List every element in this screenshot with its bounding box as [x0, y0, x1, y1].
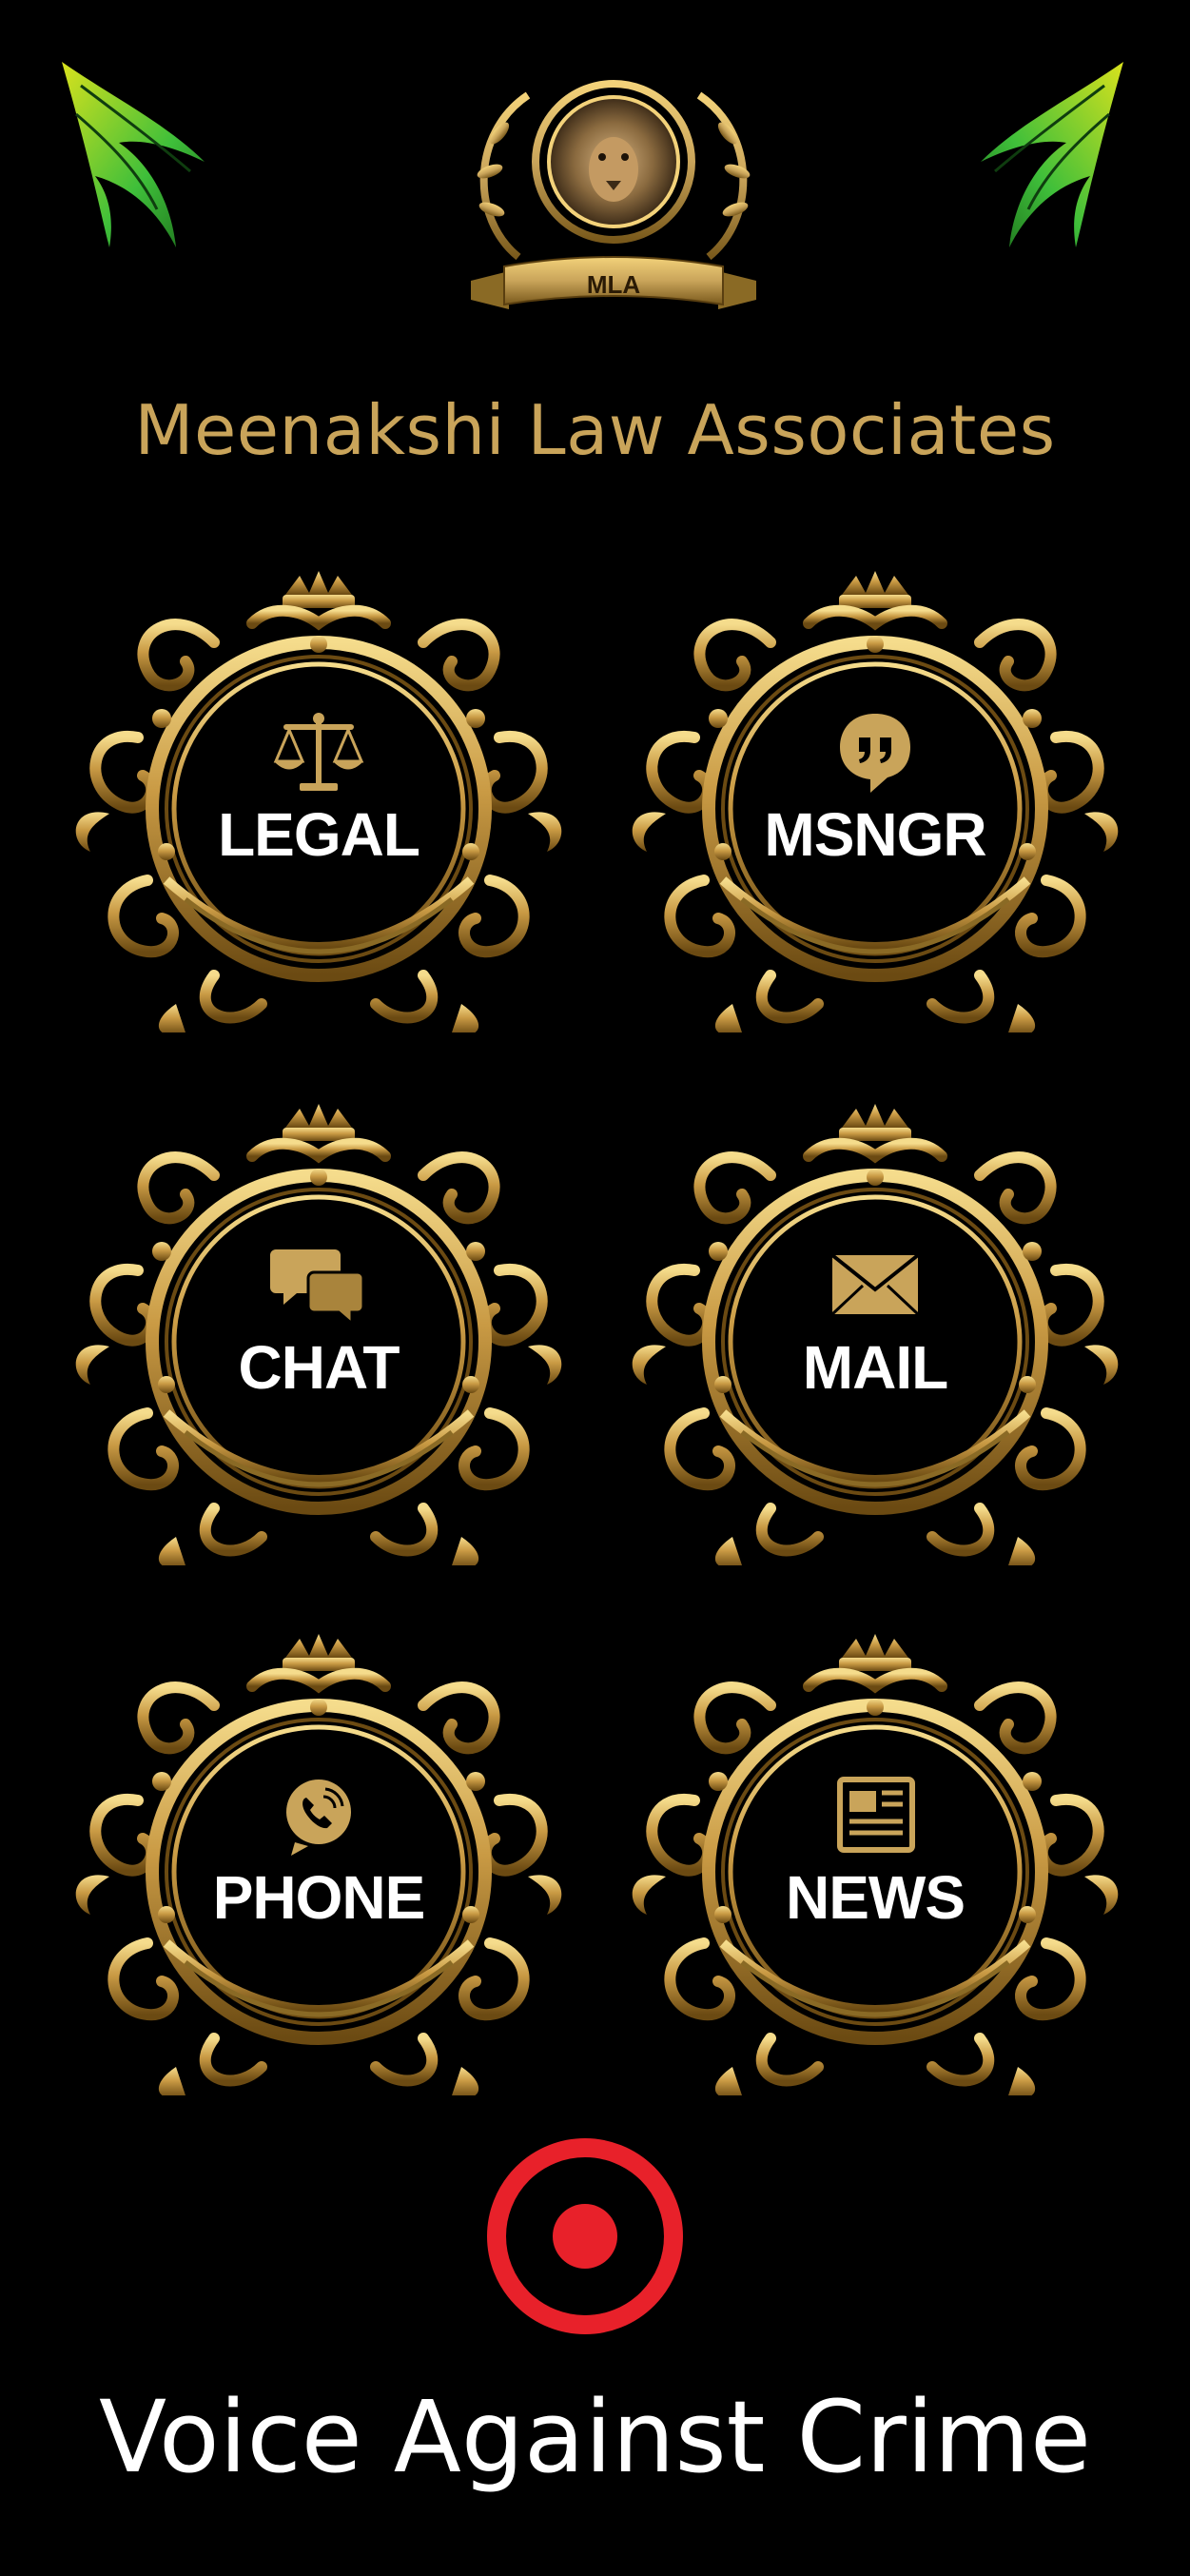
- newspaper-icon: [837, 1777, 915, 1853]
- mail-label: MAIL: [802, 1333, 948, 1402]
- chat-label: CHAT: [238, 1333, 400, 1402]
- news-button[interactable]: NEWS: [628, 1629, 1122, 2095]
- page-title: Meenakshi Law Associates: [134, 390, 1056, 470]
- legal-button[interactable]: LEGAL: [71, 566, 566, 1032]
- phone-icon: [286, 1780, 351, 1856]
- news-label: NEWS: [786, 1863, 966, 1932]
- green-bird-right-icon: [981, 62, 1123, 247]
- lion-emblem-logo: MLA: [471, 80, 756, 309]
- msngr-label: MSNGR: [764, 800, 986, 869]
- legal-label: LEGAL: [218, 800, 420, 869]
- mail-button[interactable]: MAIL: [628, 1099, 1122, 1565]
- scales-icon: [273, 713, 364, 791]
- tagline: Voice Against Crime: [98, 2379, 1092, 2495]
- msngr-button[interactable]: MSNGR: [628, 566, 1122, 1032]
- phone-button[interactable]: PHONE: [71, 1629, 566, 2095]
- quote-bubble-icon: [840, 714, 910, 793]
- green-bird-left-icon: [62, 62, 205, 247]
- record-icon[interactable]: [485, 2136, 685, 2336]
- chat-bubbles-icon: [270, 1249, 365, 1327]
- phone-label: PHONE: [212, 1863, 426, 1932]
- chat-button[interactable]: CHAT: [71, 1099, 566, 1565]
- logo-text: MLA: [587, 270, 641, 299]
- envelope-icon: [830, 1253, 920, 1316]
